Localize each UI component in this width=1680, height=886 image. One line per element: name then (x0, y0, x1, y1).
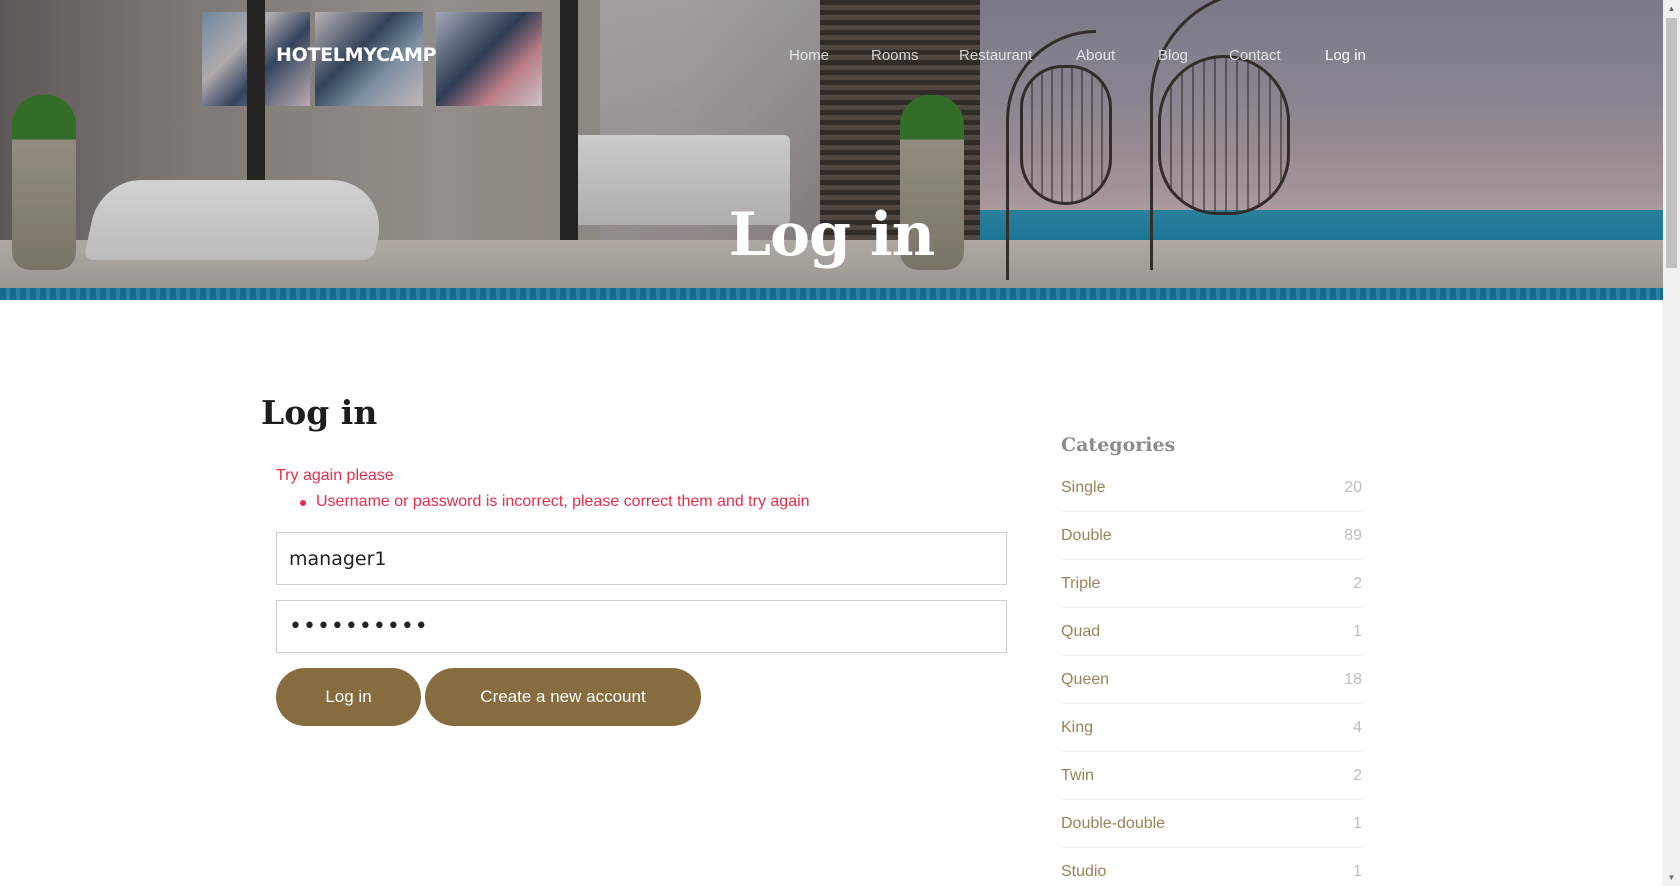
scrollbar-thumb[interactable] (1666, 18, 1677, 268)
category-count: 1 (1353, 862, 1362, 880)
category-count: 89 (1344, 526, 1362, 544)
category-quad[interactable]: Quad 1 (1061, 608, 1362, 656)
categories-title: Categories (1061, 434, 1176, 456)
password-input[interactable] (276, 600, 1007, 653)
vertical-scrollbar[interactable]: ▲ ▼ (1663, 0, 1680, 886)
nav-contact[interactable]: Contact (1229, 47, 1281, 64)
login-button[interactable]: Log in (276, 668, 421, 726)
create-account-button[interactable]: Create a new account (425, 668, 701, 726)
nav-about[interactable]: About (1076, 47, 1115, 64)
category-triple[interactable]: Triple 2 (1061, 560, 1362, 608)
category-double[interactable]: Double 89 (1061, 512, 1362, 560)
category-count: 4 (1353, 718, 1362, 736)
categories-list: Single 20 Double 89 Triple 2 Quad 1 Quee… (1061, 464, 1362, 886)
category-queen[interactable]: Queen 18 (1061, 656, 1362, 704)
nav-home[interactable]: Home (789, 47, 829, 64)
category-name: Studio (1061, 862, 1107, 880)
nav-rooms[interactable]: Rooms (871, 47, 919, 64)
hero-banner: HOTELMYCAMP Home Rooms Restaurant About … (0, 0, 1663, 300)
category-count: 1 (1353, 814, 1362, 832)
page-title: Log in (261, 393, 378, 432)
category-count: 1 (1353, 622, 1362, 640)
category-name: Quad (1061, 622, 1101, 640)
category-name: Double (1061, 526, 1112, 544)
error-title: Try again please (276, 467, 394, 484)
nav-restaurant[interactable]: Restaurant (959, 47, 1032, 64)
category-studio[interactable]: Studio 1 (1061, 848, 1362, 886)
username-input[interactable] (276, 532, 1007, 585)
category-name: Twin (1061, 766, 1094, 784)
category-name: King (1061, 718, 1094, 736)
category-twin[interactable]: Twin 2 (1061, 752, 1362, 800)
error-message: Username or password is incorrect, pleas… (300, 493, 810, 511)
category-count: 18 (1344, 670, 1362, 688)
error-list: Username or password is incorrect, pleas… (300, 493, 810, 511)
category-single[interactable]: Single 20 (1061, 464, 1362, 512)
hero-title: Log in (728, 200, 935, 270)
category-name: Double-double (1061, 814, 1166, 832)
nav-login[interactable]: Log in (1325, 47, 1366, 64)
scroll-up-arrow-icon[interactable]: ▲ (1663, 0, 1680, 17)
main-nav: Home Rooms Restaurant About Blog Contact… (0, 47, 1663, 67)
category-double-double[interactable]: Double-double 1 (1061, 800, 1362, 848)
category-count: 20 (1344, 478, 1362, 496)
category-name: Triple (1061, 574, 1101, 592)
category-name: Queen (1061, 670, 1110, 688)
category-count: 2 (1353, 766, 1362, 784)
category-king[interactable]: King 4 (1061, 704, 1362, 752)
scroll-down-arrow-icon[interactable]: ▼ (1663, 869, 1680, 886)
nav-blog[interactable]: Blog (1158, 47, 1188, 64)
category-count: 2 (1353, 574, 1362, 592)
category-name: Single (1061, 478, 1106, 496)
